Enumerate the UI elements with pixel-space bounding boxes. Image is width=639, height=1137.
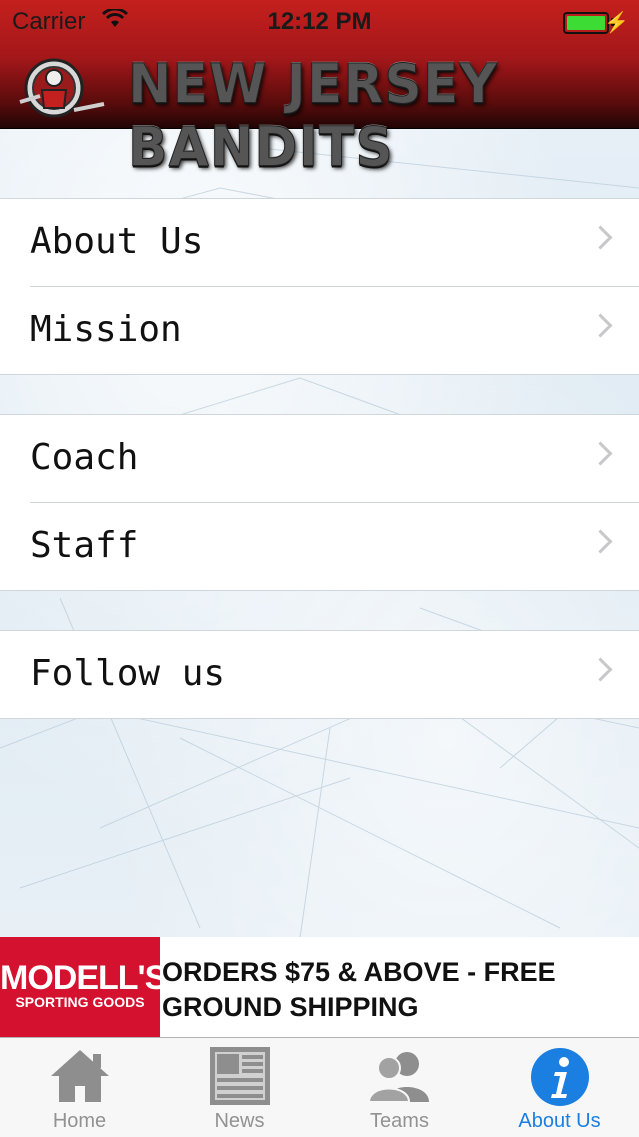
chevron-right-icon [588,529,613,554]
menu-group-team: Coach Staff [0,414,639,591]
news-icon [209,1046,271,1111]
chevron-right-icon [588,313,613,338]
status-bar: Carrier 12:12 PM ⚡ [0,0,639,44]
info-icon [529,1046,591,1113]
menu-item-label: Follow us [30,653,226,694]
tab-bar: Home News Teams About Us [0,1037,639,1137]
ad-brand-main: MODELL'S [0,959,167,997]
chevron-right-icon [588,657,613,682]
tab-news[interactable]: News [160,1038,319,1137]
status-time: 12:12 PM [267,8,372,35]
app-header: Carrier 12:12 PM ⚡ NEW JERSEY BANDITS [0,0,639,180]
home-icon [49,1046,111,1109]
modells-logo: MODELL'S SPORTING GOODS [0,937,167,1037]
chevron-right-icon [588,441,613,466]
ad-line-2: GROUND SHIPPING [162,992,419,1022]
tab-teams[interactable]: Teams [320,1038,479,1137]
app-title: NEW JERSEY BANDITS [128,52,499,179]
teams-icon [367,1046,433,1107]
tab-label: About Us [518,1110,601,1132]
tab-label: Home [52,1110,107,1132]
menu-group-social: Follow us [0,630,639,719]
menu-item-label: About Us [30,221,204,262]
ad-banner[interactable]: MODELL'S SPORTING GOODS ORDERS $75 & ABO… [0,937,639,1037]
ad-text: ORDERS $75 & ABOVE - FREE GROUND SHIPPIN… [162,955,632,1025]
menu-item-follow-us[interactable]: Follow us [30,631,639,718]
menu-item-staff[interactable]: Staff [30,503,639,590]
menu-item-label: Staff [30,525,139,566]
menu-item-label: Mission [30,309,182,350]
battery-icon [563,12,609,34]
menu-item-mission[interactable]: Mission [30,287,639,374]
ad-brand-sub: SPORTING GOODS [15,994,145,1010]
ad-line-1: ORDERS $75 & ABOVE - FREE [162,957,556,987]
menu-item-label: Coach [30,437,139,478]
tab-label: Teams [370,1110,429,1132]
bandits-logo-icon [14,56,106,120]
chevron-right-icon [588,225,613,250]
menu-item-coach[interactable]: Coach [30,415,639,503]
charging-icon: ⚡ [604,12,629,34]
tab-label: News [214,1110,265,1132]
tab-about-us[interactable]: About Us [480,1038,639,1137]
menu-group-about: About Us Mission [0,198,639,375]
menu-item-about-us[interactable]: About Us [30,199,639,287]
tab-home[interactable]: Home [0,1038,159,1137]
